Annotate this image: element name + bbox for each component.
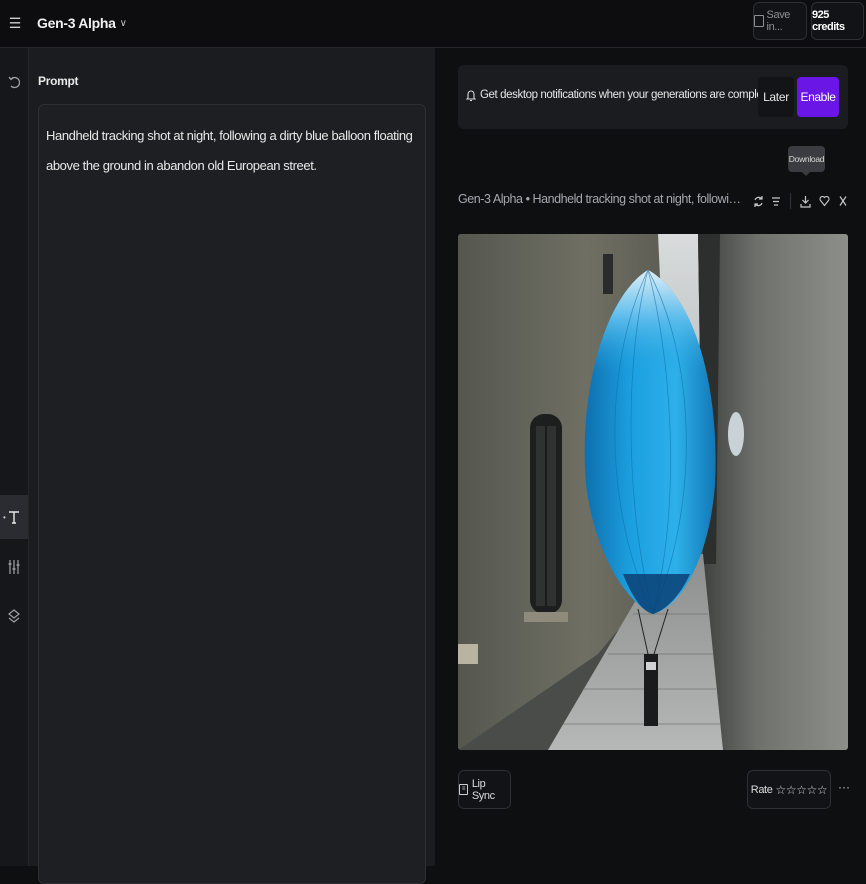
prompt-input[interactable]: Handheld tracking shot at night, followi… [38,104,426,884]
lip-sync-icon: ≡ [459,784,468,795]
generation-header: Gen-3 Alpha • Handheld tracking shot at … [458,190,848,212]
menu-icon[interactable]: ☰ [8,14,22,32]
prompt-text[interactable]: Handheld tracking shot at night, followi… [46,121,418,181]
model-name: Gen-3 Alpha [37,15,116,31]
refresh-icon[interactable] [750,191,766,211]
rate-widget: Rate ☆ ☆ ☆ ☆ ☆ [747,770,831,809]
credits-button[interactable]: 925 credits [811,2,864,40]
tool-rail [0,48,29,866]
undo-icon[interactable] [0,60,28,104]
toolbar-divider [790,193,791,209]
download-tooltip: Download [788,146,825,176]
download-icon[interactable] [797,191,813,211]
rating-stars: ☆ ☆ ☆ ☆ ☆ [775,783,827,797]
chevron-down-icon: ∨ [119,17,127,29]
rate-label: Rate [750,783,773,796]
output-panel: Get desktop notifications when your gene… [435,48,866,866]
star-icon[interactable]: ☆ [817,783,828,797]
credits-label: 925 credits [812,9,845,33]
star-icon[interactable]: ☆ [775,783,786,797]
document-icon [754,15,764,27]
text-icon[interactable] [0,495,28,539]
prompt-label: Prompt [38,74,79,88]
list-icon[interactable] [768,191,784,211]
top-bar: ☰ Gen-3 Alpha ∨ Save in... 925 credits [0,0,866,48]
enable-button[interactable]: Enable [797,77,839,117]
star-icon[interactable]: ☆ [786,783,797,797]
more-icon[interactable]: ··· [837,780,851,798]
star-icon[interactable]: ☆ [807,783,818,797]
later-button[interactable]: Later [758,77,794,117]
balloon-street-scene [458,234,848,750]
star-icon[interactable]: ☆ [796,783,807,797]
lip-sync-button[interactable]: ≡ Lip Sync [458,770,511,809]
sliders-icon[interactable] [0,545,28,589]
generation-toolbar [750,190,851,212]
bell-icon [465,89,477,103]
prompt-panel: Prompt Handheld tracking shot at night, … [29,48,435,884]
layers-icon[interactable] [0,595,28,639]
save-in-label: Save in... [766,9,791,33]
notification-text: Get desktop notifications when your gene… [480,89,774,101]
heart-icon[interactable] [816,191,832,211]
generated-video-preview[interactable] [458,234,848,750]
generation-title: Gen-3 Alpha • Handheld tracking shot at … [458,192,742,206]
model-selector[interactable]: Gen-3 Alpha ∨ [37,12,127,34]
notification-banner: Get desktop notifications when your gene… [458,65,848,129]
close-icon[interactable] [835,191,851,211]
lip-sync-label: Lip Sync [471,777,495,802]
save-in-button[interactable]: Save in... [753,2,807,40]
